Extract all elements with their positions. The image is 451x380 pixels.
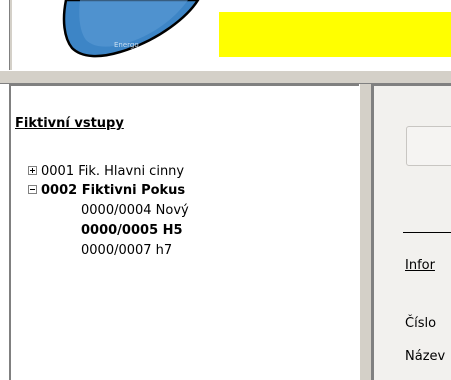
tree-child-0007[interactable]: 0000/0007 h7 [81,243,172,259]
tree-child-0004[interactable]: 0000/0004 Nový [81,203,189,219]
logo: Energo [60,0,210,66]
name-label: Název [405,349,446,364]
info-tab-link[interactable]: Infor [405,258,435,273]
tree-node-label[interactable]: 0001 Fik. Hlavni cinny [41,164,184,179]
tree-node-label[interactable]: 0002 Fiktivni Pokus [41,183,185,198]
tree-node-0001[interactable]: 0001 Fik. Hlavni cinny [28,164,184,180]
collapse-minus-icon[interactable] [28,185,37,194]
tree-node-0002[interactable]: 0002 Fiktivni Pokus [28,183,185,199]
detail-pane: Infor Číslo Název [372,84,451,380]
vertical-splitter[interactable] [359,84,372,380]
logo-shape-icon: Energo [62,0,200,58]
logo-text: Energo [114,41,139,49]
number-label: Číslo [405,316,437,331]
separator-line [403,232,451,233]
horizontal-divider[interactable] [0,70,451,84]
tree-pane: Fiktivní vstupy 0001 Fik. Hlavni cinny 0… [9,84,359,380]
tree-title[interactable]: Fiktivní vstupy [15,116,124,131]
expand-plus-icon[interactable] [28,166,37,175]
tree-child-0005[interactable]: 0000/0005 H5 [81,223,183,239]
detail-button-area[interactable] [406,126,451,166]
yellow-banner [219,12,451,57]
